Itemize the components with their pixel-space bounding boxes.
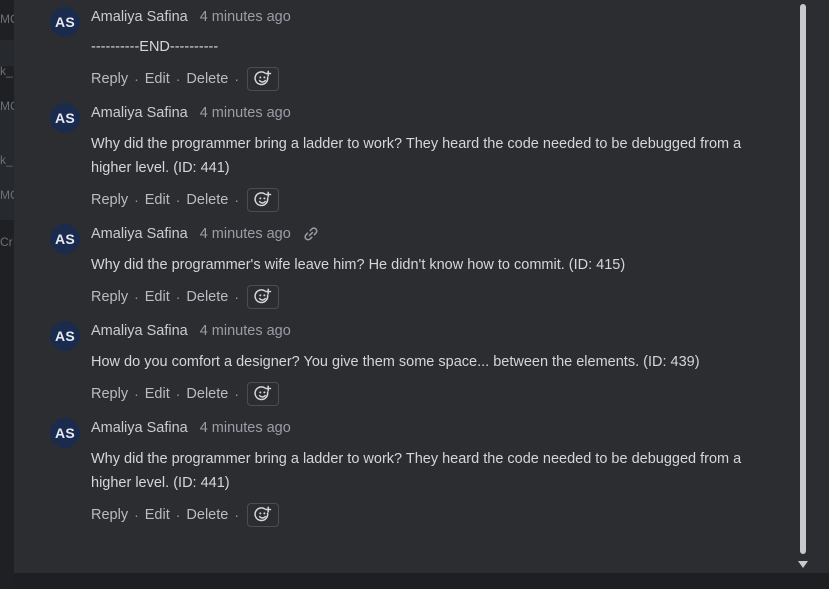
comment-actions: Reply · Edit · Delete ·: [91, 188, 280, 212]
comment-text-line: ----------END----------: [91, 39, 219, 55]
delete-button[interactable]: Delete: [186, 192, 228, 208]
comment-actions: Reply · Edit · Delete ·: [91, 382, 280, 406]
comment-author[interactable]: Amaliya Safina: [91, 323, 188, 339]
avatar[interactable]: AS: [50, 7, 80, 37]
comment-text-line: Why did the programmer's wife leave him?…: [91, 257, 626, 273]
edit-button[interactable]: Edit: [145, 192, 170, 208]
comment-actions: Reply · Edit · Delete ·: [91, 67, 280, 91]
comment-author[interactable]: Amaliya Safina: [91, 226, 188, 242]
scrollbar-thumb[interactable]: [800, 4, 806, 554]
add-reaction-button[interactable]: [247, 382, 280, 406]
scroll-down-arrow[interactable]: [798, 561, 808, 568]
permalink-icon[interactable]: [303, 226, 319, 242]
delete-button[interactable]: Delete: [186, 289, 228, 305]
comment-time[interactable]: 4 minutes ago: [200, 9, 291, 25]
separator: ·: [175, 192, 181, 208]
delete-button[interactable]: Delete: [186, 71, 228, 87]
comment-text: How do you comfort a designer? You give …: [91, 350, 781, 374]
avatar[interactable]: AS: [50, 321, 80, 351]
comment-author[interactable]: Amaliya Safina: [91, 9, 188, 25]
separator: ·: [175, 507, 181, 523]
separator: ·: [134, 386, 139, 402]
background-text-fragment: MC: [0, 12, 14, 26]
separator: ·: [134, 289, 139, 305]
background-text-fragment: k_: [0, 153, 13, 167]
add-reaction-button[interactable]: [247, 285, 280, 309]
separator: ·: [134, 71, 139, 87]
comment-author[interactable]: Amaliya Safina: [91, 420, 188, 436]
avatar[interactable]: AS: [50, 224, 80, 254]
comment-actions: Reply · Edit · Delete ·: [91, 285, 280, 309]
edit-button[interactable]: Edit: [145, 289, 170, 305]
separator: ·: [234, 192, 240, 208]
comment-text: Why did the programmer's wife leave him?…: [91, 253, 781, 277]
background-page-strip: MC k_ MC k_ MC Cr: [0, 0, 14, 589]
separator: ·: [234, 289, 240, 305]
background-selected-row: [0, 40, 14, 66]
reply-button[interactable]: Reply: [91, 507, 128, 523]
add-reaction-button[interactable]: [247, 188, 280, 212]
separator: ·: [175, 289, 181, 305]
comment-text: Why did the programmer bring a ladder to…: [91, 132, 781, 180]
reply-button[interactable]: Reply: [91, 192, 128, 208]
separator: ·: [134, 507, 139, 523]
background-text-fragment: MC: [0, 99, 14, 113]
edit-button[interactable]: Edit: [145, 507, 170, 523]
reply-button[interactable]: Reply: [91, 71, 128, 87]
separator: ·: [234, 386, 240, 402]
emoji-add-icon: [254, 288, 272, 304]
comment-author[interactable]: Amaliya Safina: [91, 105, 188, 121]
comment-actions: Reply · Edit · Delete ·: [91, 503, 280, 527]
reply-button[interactable]: Reply: [91, 289, 128, 305]
separator: ·: [234, 507, 240, 523]
comment-time[interactable]: 4 minutes ago: [200, 105, 291, 121]
comment-text-line: How do you comfort a designer? You give …: [91, 354, 700, 370]
background-text-fragment: MC: [0, 188, 14, 202]
emoji-add-icon: [254, 191, 272, 207]
separator: ·: [134, 192, 139, 208]
comment-time[interactable]: 4 minutes ago: [200, 323, 291, 339]
comment-text: ----------END----------: [91, 35, 781, 59]
add-reaction-button[interactable]: [247, 503, 280, 527]
emoji-add-icon: [254, 506, 272, 522]
comment-text-line: Why did the programmer bring a ladder to…: [91, 136, 742, 152]
edit-button[interactable]: Edit: [145, 71, 170, 87]
link-icon: [304, 227, 318, 241]
delete-button[interactable]: Delete: [186, 386, 228, 402]
comment-text-line: Why did the programmer bring a ladder to…: [91, 451, 742, 467]
emoji-add-icon: [254, 70, 272, 86]
comment-text-line: higher level. (ID: 441): [91, 160, 230, 176]
comments-panel[interactable]: AS Amaliya Safina 4 minutes ago --------…: [14, 0, 829, 573]
avatar[interactable]: AS: [50, 103, 80, 133]
reply-button[interactable]: Reply: [91, 386, 128, 402]
avatar[interactable]: AS: [50, 418, 80, 448]
comment-text-line: higher level. (ID: 441): [91, 475, 230, 491]
edit-button[interactable]: Edit: [145, 386, 170, 402]
background-text-fragment: k_: [0, 64, 13, 78]
delete-button[interactable]: Delete: [186, 507, 228, 523]
separator: ·: [175, 386, 181, 402]
background-text-fragment: Cr: [0, 235, 13, 249]
emoji-add-icon: [254, 385, 272, 401]
comment-text: Why did the programmer bring a ladder to…: [91, 447, 781, 495]
separator: ·: [234, 71, 240, 87]
separator: ·: [175, 71, 181, 87]
add-reaction-button[interactable]: [247, 67, 280, 91]
comment-time[interactable]: 4 minutes ago: [200, 420, 291, 436]
comment-time[interactable]: 4 minutes ago: [200, 226, 291, 242]
